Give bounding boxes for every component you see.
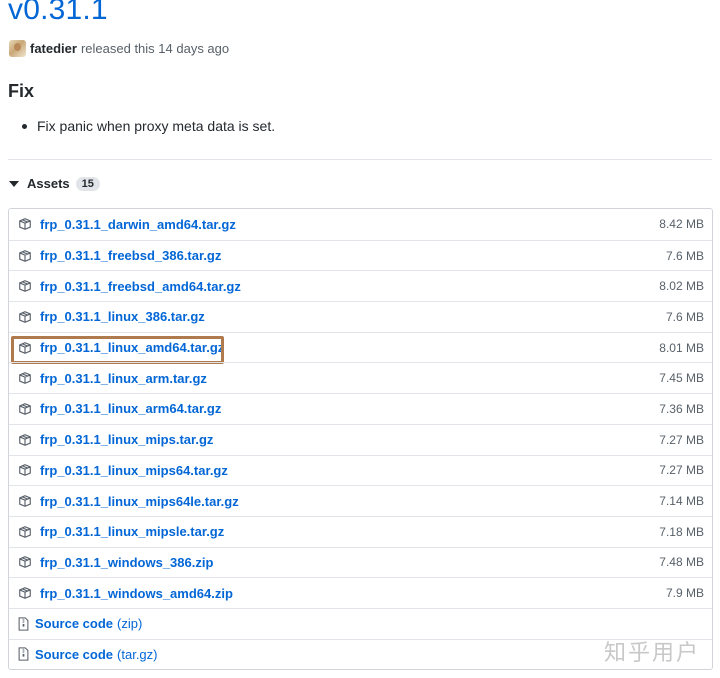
bullet: [22, 123, 27, 129]
asset-link[interactable]: frp_0.31.1_linux_mipsle.tar.gz: [40, 524, 659, 539]
assets-count-badge: 15: [75, 176, 100, 191]
package-icon: [18, 433, 32, 447]
asset-link[interactable]: frp_0.31.1_freebsd_386.tar.gz: [40, 248, 666, 263]
release-meta: fatedier released this 14 days ago: [9, 40, 229, 57]
asset-row[interactable]: frp_0.31.1_darwin_amd64.tar.gz 8.42 MB: [9, 209, 712, 240]
package-icon: [18, 402, 32, 416]
package-icon: [18, 525, 32, 539]
asset-size: 7.6 MB: [665, 248, 704, 263]
source-code-format: (tar.gz): [117, 646, 158, 662]
asset-size: 8.02 MB: [659, 279, 704, 294]
asset-link[interactable]: frp_0.31.1_linux_arm64.tar.gz: [40, 401, 659, 416]
asset-size: 7.14 MB: [659, 494, 704, 509]
package-icon: [18, 279, 32, 293]
package-icon: [18, 310, 32, 324]
released-text: released this 14 days ago: [80, 41, 230, 56]
source-code-label: Source code: [35, 616, 114, 632]
asset-link[interactable]: frp_0.31.1_linux_mips64le.tar.gz: [40, 494, 659, 509]
source-code-link[interactable]: Source code (zip): [35, 616, 704, 631]
asset-link[interactable]: frp_0.31.1_linux_386.tar.gz: [40, 309, 666, 324]
author-name[interactable]: fatedier: [30, 41, 77, 56]
notes-heading: Fix: [8, 81, 35, 101]
assets-label: Assets: [27, 176, 70, 191]
asset-link[interactable]: frp_0.31.1_linux_arm.tar.gz: [40, 371, 659, 386]
asset-size: 8.42 MB: [659, 217, 704, 232]
caret-down-icon: [9, 180, 19, 187]
asset-size: 7.18 MB: [659, 524, 704, 539]
package-icon: [18, 555, 32, 569]
asset-link[interactable]: frp_0.31.1_darwin_amd64.tar.gz: [40, 217, 659, 232]
asset-row[interactable]: frp_0.31.1_linux_386.tar.gz 7.6 MB: [9, 301, 712, 332]
package-icon: [18, 371, 32, 385]
asset-row[interactable]: frp_0.31.1_linux_mips64.tar.gz 7.27 MB: [9, 454, 712, 486]
asset-row[interactable]: frp_0.31.1_linux_mips64le.tar.gz 7.14 MB: [9, 485, 712, 516]
asset-link[interactable]: frp_0.31.1_windows_amd64.zip: [40, 586, 666, 601]
asset-row[interactable]: frp_0.31.1_freebsd_amd64.tar.gz 8.02 MB: [9, 270, 712, 301]
asset-link[interactable]: frp_0.31.1_windows_386.zip: [40, 555, 659, 570]
asset-row[interactable]: frp_0.31.1_freebsd_386.tar.gz 7.6 MB: [9, 239, 712, 271]
asset-link[interactable]: frp_0.31.1_linux_mips.tar.gz: [40, 432, 659, 447]
asset-size: 7.27 MB: [659, 432, 704, 447]
asset-size: 8.01 MB: [659, 340, 704, 355]
asset-size: 7.6 MB: [665, 309, 704, 324]
asset-link[interactable]: frp_0.31.1_linux_amd64.tar.gz: [40, 340, 659, 355]
asset-row[interactable]: frp_0.31.1_linux_mips.tar.gz 7.27 MB: [9, 423, 712, 455]
asset-row[interactable]: frp_0.31.1_windows_386.zip 7.48 MB: [9, 546, 712, 578]
asset-row[interactable]: frp_0.31.1_linux_amd64.tar.gz 8.01 MB: [9, 331, 712, 364]
watermark: 知乎用户: [603, 640, 700, 665]
assets-list: frp_0.31.1_darwin_amd64.tar.gz 8.42 MB frp…: [8, 208, 713, 671]
package-icon: [18, 463, 32, 477]
divider: [8, 159, 712, 160]
asset-link[interactable]: frp_0.31.1_linux_mips64.tar.gz: [40, 463, 659, 478]
asset-size: 7.45 MB: [659, 371, 704, 386]
source-code-format: (zip): [117, 616, 143, 632]
asset-size: 7.27 MB: [659, 463, 704, 478]
package-icon: [18, 341, 32, 355]
file-zip-icon: [18, 647, 29, 662]
package-icon: [18, 494, 32, 508]
package-icon: [18, 249, 32, 263]
asset-row[interactable]: frp_0.31.1_linux_arm.tar.gz 7.45 MB: [9, 362, 712, 393]
asset-size: 7.36 MB: [659, 401, 704, 416]
asset-size: 7.48 MB: [659, 555, 704, 570]
notes-list-item: Fix panic when proxy meta data is set.: [22, 118, 275, 134]
asset-row[interactable]: frp_0.31.1_linux_mipsle.tar.gz 7.18 MB: [9, 515, 712, 547]
release-version[interactable]: v0.31.1: [8, 0, 108, 27]
asset-size: 7.9 MB: [665, 586, 704, 601]
package-icon: [18, 586, 32, 600]
assets-toggle[interactable]: Assets 15: [9, 176, 100, 191]
asset-row[interactable]: frp_0.31.1_linux_arm64.tar.gz 7.36 MB: [9, 393, 712, 424]
asset-row[interactable]: frp_0.31.1_windows_amd64.zip 7.9 MB: [9, 577, 712, 608]
notes-item-text: Fix panic when proxy meta data is set.: [37, 118, 276, 134]
file-zip-icon: [18, 617, 29, 631]
package-icon: [18, 217, 32, 231]
source-code-label: Source code: [35, 646, 114, 662]
avatar[interactable]: [9, 40, 26, 57]
asset-link[interactable]: frp_0.31.1_freebsd_amd64.tar.gz: [40, 279, 659, 294]
